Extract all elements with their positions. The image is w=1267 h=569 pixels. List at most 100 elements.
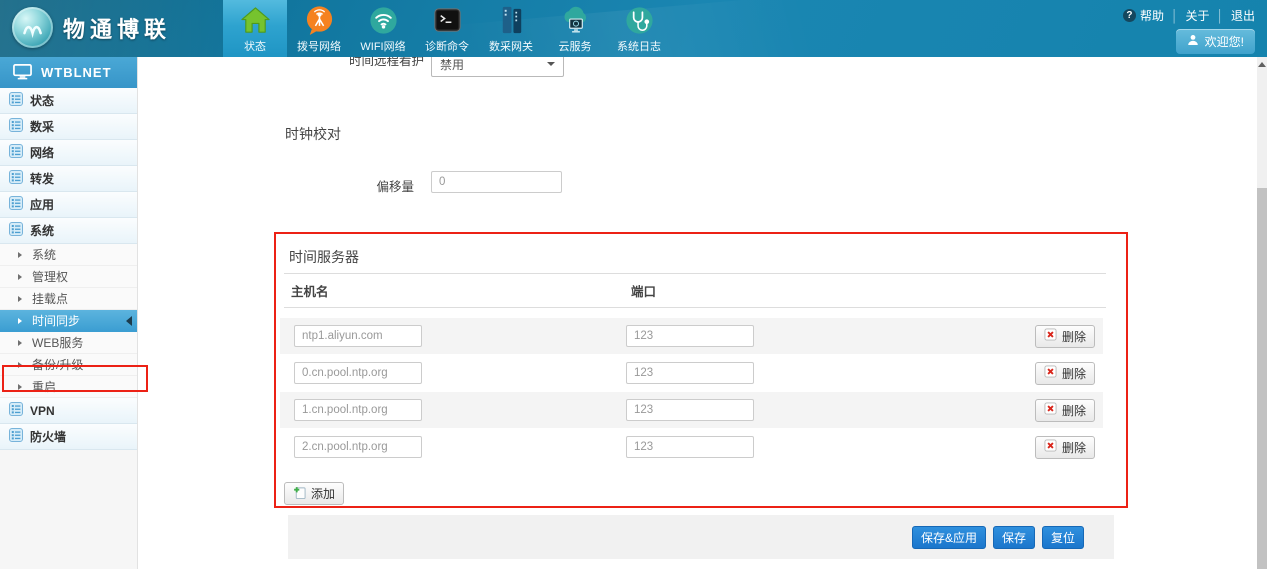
sidebar-item-reboot[interactable]: 重启 <box>0 376 137 398</box>
terminal-icon <box>431 1 464 37</box>
link-separator: │ <box>1216 9 1224 23</box>
sidebar-item-data-collect[interactable]: 数采 <box>0 114 137 140</box>
nav-item-label: 拨号网络 <box>297 38 341 54</box>
sidebar-item-status[interactable]: 状态 <box>0 88 137 114</box>
sidebar-item-mount-point[interactable]: 挂载点 <box>0 288 137 310</box>
sidebar-item-label: 时间同步 <box>32 312 80 329</box>
wifi-icon <box>367 1 400 37</box>
server-row: 删除 <box>280 318 1103 354</box>
nav-item-wifi-network[interactable]: WIFI网络 <box>351 0 415 57</box>
remote-watch-select-value: 禁用 <box>440 57 464 73</box>
server-row: 删除 <box>280 355 1103 391</box>
scrollbar-thumb[interactable] <box>1257 188 1267 569</box>
triangle-right-icon <box>18 340 26 346</box>
nav-item-diagnostic-command[interactable]: 诊断命令 <box>415 0 479 57</box>
nav-item-label: 云服务 <box>559 38 592 54</box>
delete-icon <box>1044 365 1057 381</box>
link-label: 退出 <box>1231 7 1255 24</box>
list-icon <box>9 118 23 135</box>
sidebar-item-label: 应用 <box>30 196 54 213</box>
nav-item-label: 状态 <box>244 38 266 54</box>
delete-server-button[interactable]: 删除 <box>1035 436 1095 459</box>
selected-pointer-icon <box>126 316 132 326</box>
delete-server-button[interactable]: 删除 <box>1035 362 1095 385</box>
save-button[interactable]: 保存 <box>993 526 1035 549</box>
column-header-host: 主机名 <box>284 281 631 300</box>
sidebar-item-label: 数采 <box>30 118 54 135</box>
link-logout[interactable]: 退出 <box>1231 7 1255 24</box>
list-icon <box>9 170 23 187</box>
nav-item-system-log[interactable]: 系统日志 <box>607 0 671 57</box>
port-input[interactable] <box>626 325 754 347</box>
save-apply-button[interactable]: 保存&应用 <box>912 526 986 549</box>
nav-item-dial-network[interactable]: 拨号网络 <box>287 0 351 57</box>
triangle-right-icon <box>18 362 26 368</box>
delete-button-label: 删除 <box>1062 328 1086 345</box>
nav-item-data-gateway[interactable]: 数采网关 <box>479 0 543 57</box>
triangle-right-icon <box>18 252 26 258</box>
delete-server-button[interactable]: 删除 <box>1035 399 1095 422</box>
triangle-right-icon <box>18 274 26 280</box>
screen: 物通博联 状态 拨号网络 WIFI网络 诊断命令 数采网关 云服务 系统日志 ?… <box>0 0 1267 569</box>
delete-server-button[interactable]: 删除 <box>1035 325 1095 348</box>
sidebar-item-forwarding[interactable]: 转发 <box>0 166 137 192</box>
host-input[interactable] <box>294 436 422 458</box>
scrollbar-up-arrow-icon[interactable] <box>1258 62 1266 67</box>
sidebar-item-network[interactable]: 网络 <box>0 140 137 166</box>
offset-label: 偏移量 <box>278 176 414 195</box>
offset-input[interactable] <box>431 171 562 193</box>
host-input[interactable] <box>294 399 422 421</box>
server-row: 删除 <box>280 392 1103 428</box>
monitor-icon <box>13 63 32 83</box>
time-servers-table-header: 主机名 端口 <box>284 273 1106 308</box>
add-server-button[interactable]: 添加 <box>284 482 344 505</box>
reset-button[interactable]: 复位 <box>1042 526 1084 549</box>
sidebar-item-system[interactable]: 系统 <box>0 218 137 244</box>
sidebar-item-label: 重启 <box>32 378 56 395</box>
host-input[interactable] <box>294 362 422 384</box>
welcome-text: 欢迎您! <box>1205 33 1244 50</box>
sidebar-item-application[interactable]: 应用 <box>0 192 137 218</box>
sidebar-item-firewall[interactable]: 防火墙 <box>0 424 137 450</box>
delete-button-label: 删除 <box>1062 365 1086 382</box>
host-input[interactable] <box>294 325 422 347</box>
sidebar-item-label: 状态 <box>30 92 54 109</box>
chevron-down-icon <box>547 62 555 66</box>
list-icon <box>9 428 23 445</box>
sidebar-item-label: 备份/升级 <box>32 356 83 373</box>
cloud-service-icon <box>559 1 592 37</box>
sidebar-item-label: 转发 <box>30 170 54 187</box>
brand-logo: 物通博联 <box>12 7 171 48</box>
add-button-label: 添加 <box>311 485 335 502</box>
header-right: ? 帮助 │ 关于 │ 退出 欢迎您! <box>1123 7 1255 54</box>
sidebar-item-system-sub[interactable]: 系统 <box>0 244 137 266</box>
sidebar-item-admin-rights[interactable]: 管理权 <box>0 266 137 288</box>
clock-section-title: 时钟校对 <box>285 124 341 144</box>
link-label: 帮助 <box>1140 7 1164 24</box>
top-header: 物通博联 状态 拨号网络 WIFI网络 诊断命令 数采网关 云服务 系统日志 ?… <box>0 0 1267 57</box>
port-input[interactable] <box>626 362 754 384</box>
footer-action-bar: 保存&应用保存复位 <box>288 515 1114 559</box>
scrollbar[interactable] <box>1257 57 1267 569</box>
remote-watch-select[interactable]: 禁用 <box>431 57 564 77</box>
welcome-badge[interactable]: 欢迎您! <box>1176 29 1255 54</box>
sidebar-item-backup-upgrade[interactable]: 备份/升级 <box>0 354 137 376</box>
port-input[interactable] <box>626 399 754 421</box>
nav-item-status[interactable]: 状态 <box>223 0 287 57</box>
sidebar-title: WTBLNET <box>41 65 112 80</box>
main-content: 时间远程看护 禁用 时钟校对 偏移量 时间服务器 主机名 端口 删除 删除 <box>138 57 1257 569</box>
sidebar-header: WTBLNET <box>0 57 137 88</box>
list-icon <box>9 402 23 419</box>
port-input[interactable] <box>626 436 754 458</box>
brand-name: 物通博联 <box>63 12 171 44</box>
delete-button-label: 删除 <box>1062 402 1086 419</box>
link-about[interactable]: 关于 <box>1185 7 1209 24</box>
list-icon <box>9 196 23 213</box>
sidebar-item-time-sync[interactable]: 时间同步 <box>0 310 137 332</box>
link-help[interactable]: ? 帮助 <box>1123 7 1164 24</box>
delete-icon <box>1044 328 1057 344</box>
sidebar-item-web-service[interactable]: WEB服务 <box>0 332 137 354</box>
sidebar-item-vpn[interactable]: VPN <box>0 398 137 424</box>
remote-watch-label: 时间远程看护 <box>138 57 424 68</box>
nav-item-cloud-service[interactable]: 云服务 <box>543 0 607 57</box>
